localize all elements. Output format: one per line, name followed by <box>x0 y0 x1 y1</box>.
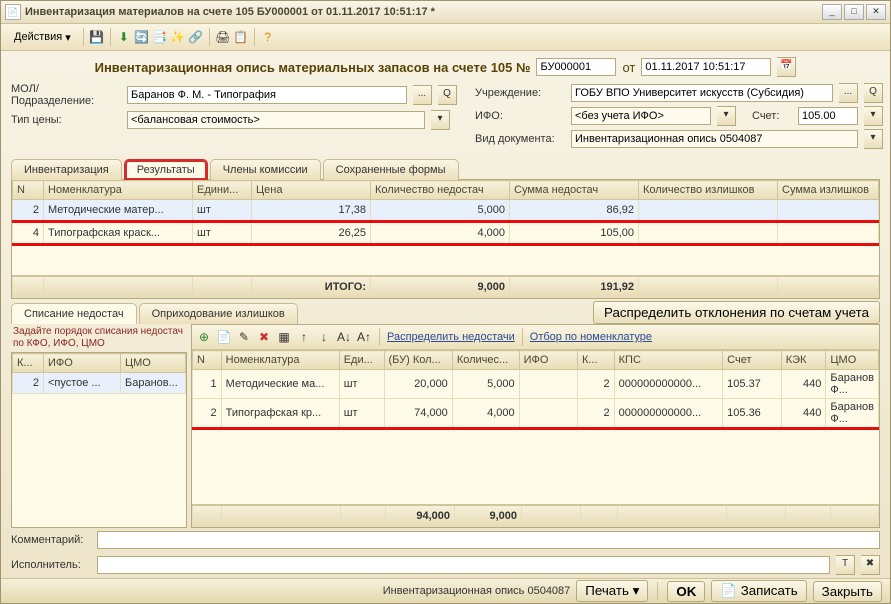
delete-icon[interactable]: ✖ <box>256 329 272 345</box>
from-label: от <box>622 60 635 75</box>
table-row[interactable]: 4 Типографская краск... шт 26,25 4,000 1… <box>13 222 879 245</box>
col-n[interactable]: N <box>13 181 44 200</box>
doctype-label: Вид документа: <box>475 133 565 145</box>
tab-results[interactable]: Результаты <box>124 159 208 180</box>
price-type-dropdown[interactable]: ▾ <box>431 110 450 130</box>
save-button[interactable]: 📄 Записать <box>711 580 806 602</box>
account-label: Счет: <box>752 110 792 122</box>
mol-input[interactable] <box>127 86 407 104</box>
ok-button[interactable]: OK <box>667 581 705 602</box>
sort-desc-icon[interactable]: A↑ <box>356 329 372 345</box>
inst-input[interactable] <box>571 84 833 102</box>
refresh-icon[interactable]: 🔄 <box>134 29 150 45</box>
actions-menu[interactable]: Действия ▾ <box>7 27 78 47</box>
down-icon[interactable]: ↓ <box>316 329 332 345</box>
table-row[interactable]: 2Типографская кр...шт 74,0004,000 200000… <box>193 399 879 429</box>
table-row[interactable]: 1Методические ма...шт 20,0005,000 200000… <box>193 370 879 399</box>
date-picker-button[interactable]: 📅 <box>777 57 796 77</box>
copy-icon[interactable]: 📄 <box>216 329 232 345</box>
comment-label: Комментарий: <box>11 534 91 546</box>
status-bar: Инвентаризационная опись 0504087 Печать … <box>1 578 890 603</box>
order-grid[interactable]: К... ИФО ЦМО 2 <пустое ... Баранов... <box>11 352 187 528</box>
comment-input[interactable] <box>97 531 880 549</box>
mol-label: МОЛ/Подразделение: <box>11 83 121 107</box>
doc-heading-row: Инвентаризационная опись материальных за… <box>11 57 880 77</box>
doctype-input[interactable] <box>571 130 858 148</box>
close-form-button[interactable]: Закрыть <box>813 581 882 602</box>
maximize-button[interactable]: □ <box>844 4 864 20</box>
titlebar: 📄 Инвентаризация материалов на счете 105… <box>1 1 890 24</box>
mol-select-button[interactable]: ... <box>413 85 432 105</box>
main-tabs: Инвентаризация Результаты Члены комиссии… <box>11 158 890 179</box>
doc-heading: Инвентаризационная опись материальных за… <box>95 60 531 75</box>
status-form: Инвентаризационная опись 0504087 <box>383 585 571 597</box>
print-icon[interactable]: 🖨 <box>215 29 231 45</box>
executor-clear-button[interactable]: ✖ <box>861 555 880 575</box>
account-dropdown[interactable]: ▾ <box>864 106 883 126</box>
close-button[interactable]: ✕ <box>866 4 886 20</box>
help-icon[interactable]: ? <box>260 29 276 45</box>
add-icon[interactable]: ⊕ <box>196 329 212 345</box>
col-sum-over[interactable]: Сумма излишков <box>778 181 879 200</box>
doc-date-input[interactable] <box>641 58 771 76</box>
edit-icon[interactable]: ✎ <box>236 329 252 345</box>
tab-inventory[interactable]: Инвентаризация <box>11 159 122 180</box>
distribute-shortages-link[interactable]: Распределить недостачи <box>387 331 515 343</box>
total-label: ИТОГО: <box>252 276 371 298</box>
col-sum-short[interactable]: Сумма недостач <box>510 181 639 200</box>
detail-grid[interactable]: N Номенклатура Еди... (БУ) Кол... Количе… <box>192 350 879 430</box>
price-type-input[interactable] <box>127 111 425 129</box>
main-toolbar: Действия ▾ 💾 ⬇ 🔄 📑 ✨ 🔗 🖨 📋 ? <box>1 24 890 51</box>
ifo-input[interactable] <box>571 107 711 125</box>
col-qty-over[interactable]: Количество излишков <box>639 181 778 200</box>
total-qty-short: 9,000 <box>371 276 510 298</box>
ifo-label: ИФО: <box>475 110 565 122</box>
app-icon: 📄 <box>5 4 21 20</box>
detail-toolbar: ⊕ 📄 ✎ ✖ ▦ ↑ ↓ A↓ A↑ Распределить недоста… <box>192 325 879 350</box>
filter-link[interactable]: Отбор по номенклатуре <box>530 331 652 343</box>
price-type-label: Тип цены: <box>11 114 121 126</box>
total-sum-short: 191,92 <box>510 276 639 298</box>
col-nom[interactable]: Номенклатура <box>44 181 193 200</box>
link-icon[interactable]: 🔗 <box>188 29 204 45</box>
grid-icon[interactable]: ▦ <box>276 329 292 345</box>
window-title: Инвентаризация материалов на счете 105 Б… <box>25 6 822 18</box>
results-grid[interactable]: N Номенклатура Едини... Цена Количество … <box>11 179 880 299</box>
executor-t-button[interactable]: T <box>836 555 855 575</box>
print-button[interactable]: Печать ▾ <box>576 580 648 602</box>
sort-asc-icon[interactable]: A↓ <box>336 329 352 345</box>
table-row[interactable]: 2 <пустое ... Баранов... <box>13 373 186 394</box>
mol-open-button[interactable]: Q <box>438 85 457 105</box>
col-price[interactable]: Цена <box>252 181 371 200</box>
distribute-button[interactable]: Распределить отклонения по счетам учета <box>593 301 880 324</box>
detail-panel: ⊕ 📄 ✎ ✖ ▦ ↑ ↓ A↓ A↑ Распределить недоста… <box>191 324 880 528</box>
inst-label: Учреждение: <box>475 87 565 99</box>
doctype-dropdown[interactable]: ▾ <box>864 129 883 149</box>
ifo-dropdown[interactable]: ▾ <box>717 106 736 126</box>
post-icon[interactable]: ⬇ <box>116 29 132 45</box>
executor-input[interactable] <box>97 556 830 574</box>
tab-saved-forms[interactable]: Сохраненные формы <box>323 159 459 180</box>
executor-label: Исполнитель: <box>11 559 91 571</box>
inst-select-button[interactable]: ... <box>839 83 858 103</box>
doc-number-input[interactable] <box>536 58 616 76</box>
tab-commission[interactable]: Члены комиссии <box>210 159 321 180</box>
account-input[interactable] <box>798 107 858 125</box>
form-icon[interactable]: 📋 <box>233 29 249 45</box>
up-icon[interactable]: ↑ <box>296 329 312 345</box>
tab-surplus[interactable]: Оприходование излишков <box>139 303 298 324</box>
col-qty-short[interactable]: Количество недостач <box>371 181 510 200</box>
save-icon[interactable]: 💾 <box>89 29 105 45</box>
wand-icon[interactable]: ✨ <box>170 29 186 45</box>
table-row[interactable]: 2 Методические матер... шт 17,38 5,000 8… <box>13 200 879 222</box>
col-unit[interactable]: Едини... <box>193 181 252 200</box>
tab-writeoff[interactable]: Списание недостач <box>11 303 137 324</box>
order-hint: Задайте порядок списания недостач по КФО… <box>11 324 187 352</box>
report-icon[interactable]: 📑 <box>152 29 168 45</box>
inst-open-button[interactable]: Q <box>864 83 883 103</box>
minimize-button[interactable]: _ <box>822 4 842 20</box>
